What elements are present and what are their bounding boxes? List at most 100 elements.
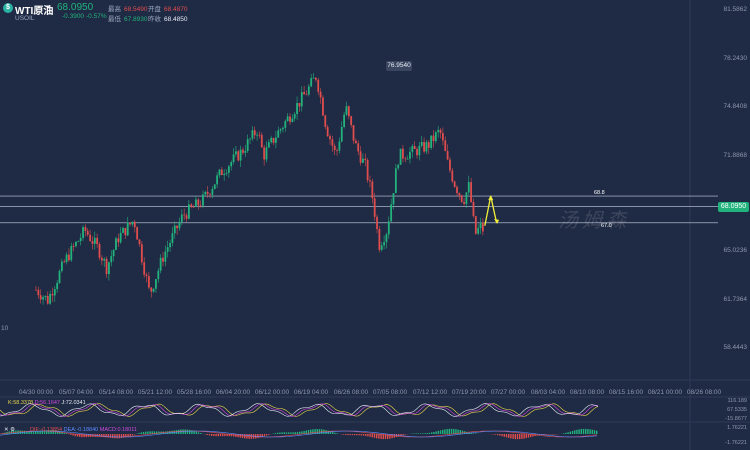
stat-open: 开盘 68.4870: [148, 6, 188, 13]
macd-bar: [519, 434, 521, 440]
x-tick-label: 06/04 20:00: [215, 389, 251, 396]
candle-body: [357, 143, 360, 152]
macd-bar: [281, 432, 283, 434]
candle-body: [441, 133, 444, 141]
candle-body: [122, 227, 124, 233]
candle-body: [409, 151, 411, 159]
candle-body: [479, 222, 482, 229]
stat-high: 最高 68.5490: [108, 6, 148, 13]
candle-body: [425, 142, 428, 152]
chevron-down-icon[interactable]: ▾: [46, 3, 50, 11]
macd-bar: [288, 432, 290, 434]
candle-body: [183, 214, 186, 216]
macd-bar: [404, 434, 406, 435]
macd-bar: [257, 434, 259, 439]
candle-body: [251, 130, 254, 139]
macd-bar: [503, 434, 505, 437]
grid-layer: [0, 0, 750, 450]
candle-body: [53, 289, 56, 296]
candle-body: [185, 215, 188, 219]
y-axis[interactable]: 81.5862 78.2430 74.8408 71.8868 65.0236 …: [690, 0, 750, 380]
candle-body: [333, 145, 336, 151]
macd-axis-label: -1.76221: [725, 440, 747, 446]
candle-body: [324, 115, 327, 127]
macd-bar: [332, 432, 334, 434]
macd-dif-value: DIF:-0.13854: [30, 427, 63, 433]
candle-body: [218, 169, 221, 176]
candle-body: [46, 295, 49, 304]
macd-bar: [83, 434, 85, 438]
candle-body: [246, 139, 249, 152]
candle-body: [322, 97, 324, 116]
candle-body: [60, 261, 63, 272]
macd-bar: [459, 430, 461, 434]
macd-bar: [587, 429, 589, 434]
candle-body: [91, 240, 94, 244]
macd-bar: [439, 430, 442, 434]
macd-bar: [211, 434, 213, 436]
macd-bar: [417, 433, 420, 434]
macd-bar: [195, 431, 197, 434]
candle-body: [376, 216, 378, 230]
candle-body: [147, 276, 150, 288]
macd-bar: [140, 432, 142, 434]
candle-body: [406, 158, 409, 160]
candle-body: [115, 238, 117, 250]
candle-body: [303, 92, 306, 95]
candle-body: [362, 158, 364, 163]
candle-body: [420, 141, 423, 146]
macd-settings-icon[interactable]: ✕ ⚙: [4, 427, 15, 433]
kdj-d-value: D:56.1647: [34, 400, 60, 406]
candle-body: [392, 193, 395, 205]
candle-body: [77, 241, 80, 242]
macd-bar: [72, 434, 74, 436]
macd-bar: [362, 434, 365, 436]
macd-bar: [565, 432, 567, 434]
x-tick-label: 05/21 12:00: [137, 389, 173, 396]
macd-bar: [371, 434, 373, 438]
candle-body: [256, 134, 258, 136]
macd-bar: [217, 434, 219, 437]
candle-body: [399, 148, 402, 165]
candle-body: [378, 229, 381, 250]
price-chart[interactable]: [0, 0, 750, 450]
candle-body: [213, 184, 216, 189]
candle-body: [383, 242, 385, 246]
x-tick-label: 07/19 20:00: [451, 389, 487, 396]
candle-body: [110, 256, 113, 263]
x-tick-label: 04/30 00:00: [18, 389, 54, 396]
macd-bar: [428, 432, 431, 434]
macd-bar: [285, 432, 288, 434]
candle-body: [239, 149, 242, 161]
macd-bar: [347, 434, 349, 436]
macd-bar: [574, 430, 576, 434]
macd-bar: [312, 429, 314, 434]
candle-body: [119, 232, 122, 243]
candle-body: [225, 172, 228, 174]
y-tick-label: 58.4443: [723, 344, 748, 351]
macd-bar: [444, 429, 446, 434]
candle-body: [136, 227, 139, 240]
macd-bar: [435, 431, 437, 434]
candle-body: [195, 199, 197, 207]
candle-body: [319, 91, 322, 98]
macd-bar: [549, 434, 552, 435]
candle-body: [35, 289, 37, 291]
price-change: -0.3900: [62, 13, 85, 20]
macd-bar: [120, 434, 123, 439]
candle-body: [202, 194, 204, 206]
macd-bar: [450, 428, 453, 434]
projection-up-label: 68.8: [594, 190, 605, 196]
candle-body: [284, 120, 287, 128]
candle-body: [180, 214, 183, 222]
macd-bar: [274, 433, 277, 434]
candle-body: [37, 289, 40, 296]
x-tick-label: 06/26 08:00: [333, 389, 369, 396]
macd-bar: [376, 434, 378, 439]
macd-bar: [571, 430, 574, 434]
macd-bar: [580, 429, 582, 434]
candle-body: [385, 234, 388, 243]
candle-body: [305, 94, 308, 96]
macd-bar: [373, 434, 376, 438]
candle-body: [347, 106, 350, 117]
